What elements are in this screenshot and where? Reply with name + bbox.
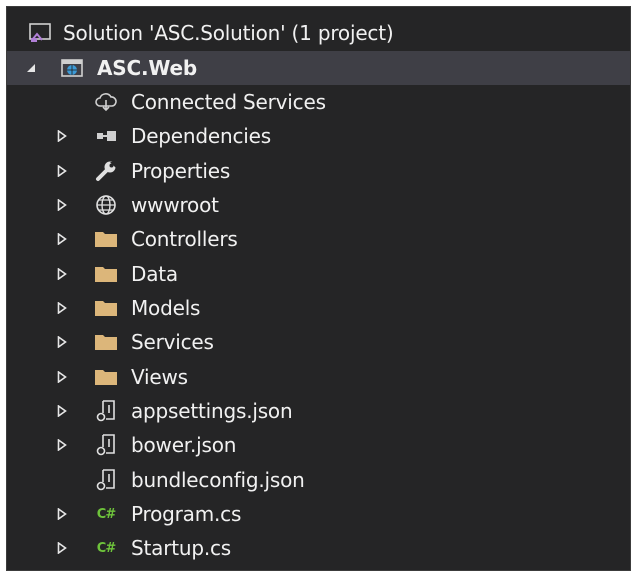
tree-row-services[interactable]: Services xyxy=(7,325,630,359)
json-file-icon xyxy=(93,428,119,462)
collapsed-arrow-icon[interactable] xyxy=(54,119,70,153)
tree-row-program-cs[interactable]: C# Program.cs xyxy=(7,497,630,531)
tree-row-bower-json[interactable]: bower.json xyxy=(7,428,630,462)
collapsed-arrow-icon[interactable] xyxy=(54,291,70,325)
collapsed-arrow-icon[interactable] xyxy=(54,154,70,188)
item-label: wwwroot xyxy=(131,193,219,217)
solution-label: Solution 'ASC.Solution' (1 project) xyxy=(63,21,394,45)
collapsed-arrow-icon[interactable] xyxy=(54,428,70,462)
item-label: Services xyxy=(131,330,214,354)
solution-icon xyxy=(27,16,53,50)
folder-icon xyxy=(93,360,119,394)
solution-explorer-panel: Solution 'ASC.Solution' (1 project) ASC.… xyxy=(6,6,631,571)
wrench-icon xyxy=(93,154,119,188)
tree-row-solution[interactable]: Solution 'ASC.Solution' (1 project) xyxy=(7,16,630,50)
folder-icon xyxy=(93,325,119,359)
tree-row-models[interactable]: Models xyxy=(7,291,630,325)
item-label: Models xyxy=(131,296,201,320)
item-label: Dependencies xyxy=(131,124,271,148)
tree-row-wwwroot[interactable]: wwwroot xyxy=(7,188,630,222)
collapsed-arrow-icon[interactable] xyxy=(54,257,70,291)
tree-row-startup-cs[interactable]: C# Startup.cs xyxy=(7,531,630,565)
item-label: bower.json xyxy=(131,433,237,457)
globe-icon xyxy=(93,188,119,222)
folder-icon xyxy=(93,222,119,256)
tree-row-data[interactable]: Data xyxy=(7,257,630,291)
tree-row-appsettings-json[interactable]: appsettings.json xyxy=(7,394,630,428)
tree-row-properties[interactable]: Properties xyxy=(7,154,630,188)
item-label: Program.cs xyxy=(131,502,242,526)
folder-icon xyxy=(93,257,119,291)
json-file-icon xyxy=(93,394,119,428)
collapsed-arrow-icon[interactable] xyxy=(54,325,70,359)
collapsed-arrow-icon[interactable] xyxy=(54,531,70,565)
tree-row-bundleconfig-json[interactable]: bundleconfig.json xyxy=(7,463,630,497)
tree-row-project[interactable]: ASC.Web xyxy=(7,51,630,85)
csharp-file-icon: C# xyxy=(96,540,116,556)
tree-row-controllers[interactable]: Controllers xyxy=(7,222,630,256)
csharp-file-icon: C# xyxy=(96,506,116,522)
expanded-arrow-icon[interactable] xyxy=(23,51,39,85)
json-file-icon xyxy=(93,463,119,497)
collapsed-arrow-icon[interactable] xyxy=(54,188,70,222)
item-label: Views xyxy=(131,365,188,389)
tree-row-views[interactable]: Views xyxy=(7,360,630,394)
connected-services-icon xyxy=(93,85,119,119)
project-label: ASC.Web xyxy=(97,56,197,80)
item-label: Data xyxy=(131,262,178,286)
collapsed-arrow-icon[interactable] xyxy=(54,222,70,256)
item-label: appsettings.json xyxy=(131,399,293,423)
collapsed-arrow-icon[interactable] xyxy=(54,394,70,428)
item-label: Startup.cs xyxy=(131,536,232,560)
item-label: Properties xyxy=(131,159,231,183)
item-label: bundleconfig.json xyxy=(131,468,305,492)
collapsed-arrow-icon[interactable] xyxy=(54,360,70,394)
tree-row-dependencies[interactable]: Dependencies xyxy=(7,119,630,153)
item-label: Controllers xyxy=(131,227,238,251)
web-project-icon xyxy=(59,51,85,85)
tree-row-connected-services[interactable]: Connected Services xyxy=(7,85,630,119)
folder-icon xyxy=(93,291,119,325)
collapsed-arrow-icon[interactable] xyxy=(54,497,70,531)
dependencies-icon xyxy=(93,119,119,153)
item-label: Connected Services xyxy=(131,90,326,114)
